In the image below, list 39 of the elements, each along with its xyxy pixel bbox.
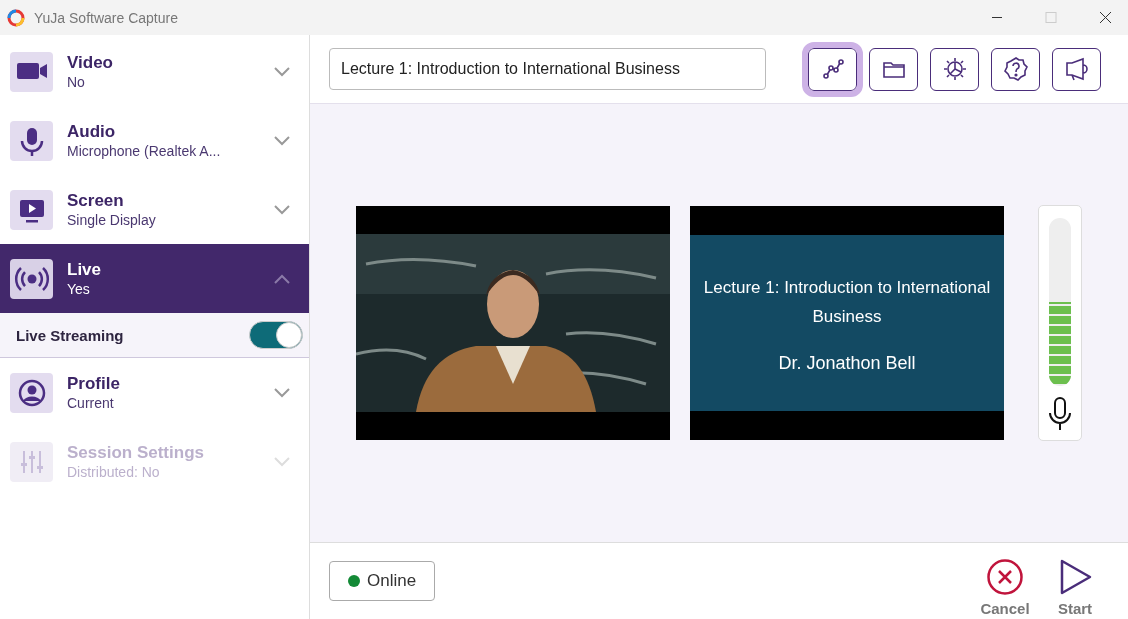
- item-title: Session Settings: [67, 443, 204, 463]
- folder-button[interactable]: [869, 47, 918, 91]
- option-label: Live Streaming: [16, 326, 125, 344]
- settings-button[interactable]: [930, 47, 979, 91]
- chevron-down-icon[interactable]: [273, 134, 291, 147]
- chevron-down-icon[interactable]: [273, 386, 291, 399]
- item-value: Single Display: [67, 212, 156, 228]
- announce-button[interactable]: [1052, 47, 1101, 91]
- item-title: Screen: [67, 191, 124, 211]
- item-title: Video: [67, 53, 113, 73]
- item-title: Audio: [67, 122, 116, 142]
- sidebar-item[interactable]: Profile Current: [0, 358, 309, 427]
- cancel-button[interactable]: Cancel: [970, 557, 1040, 617]
- status-label: Online: [367, 571, 417, 591]
- microphone-icon: [1047, 396, 1073, 432]
- chevron-up-icon[interactable]: [273, 272, 291, 285]
- help-button[interactable]: [991, 47, 1040, 91]
- sidebar-item[interactable]: Video No: [0, 37, 309, 106]
- app-logo-icon: [6, 7, 26, 28]
- slide-author: Dr. Jonathon Bell: [778, 352, 916, 374]
- item-value: No: [67, 74, 85, 90]
- start-button[interactable]: Start: [1040, 557, 1110, 617]
- item-value: Yes: [67, 281, 90, 297]
- item-value: Current: [67, 395, 114, 411]
- item-title: Live: [67, 260, 102, 280]
- toggle-switch[interactable]: [249, 321, 303, 349]
- window-title: YuJa Software Capture: [34, 9, 179, 26]
- close-circle-icon: [986, 557, 1024, 596]
- slide-title: Lecture 1: Introduction to International Business: [702, 276, 992, 328]
- chevron-down-icon[interactable]: [273, 65, 291, 78]
- chevron-down-icon[interactable]: [273, 203, 291, 216]
- sidebar-item[interactable]: Live Yes: [0, 244, 309, 313]
- help-icon: [1001, 55, 1030, 83]
- item-value: Distributed: No: [67, 464, 160, 480]
- item-title: Profile: [67, 374, 120, 394]
- title-field[interactable]: Lecture 1: Introduction to International Business: [329, 48, 766, 90]
- sidebar-item[interactable]: Audio Microphone (Realtek A...: [0, 106, 309, 175]
- sidebar-item[interactable]: Screen Single Display: [0, 175, 309, 244]
- item-value: Microphone (Realtek A...: [67, 143, 221, 159]
